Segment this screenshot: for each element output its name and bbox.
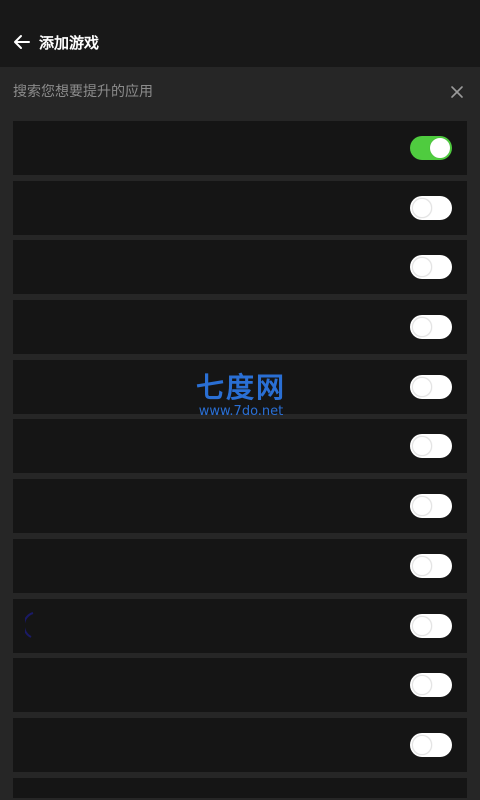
app-row[interactable] — [13, 240, 467, 295]
toggle-knob — [412, 675, 432, 696]
app-icon — [25, 312, 55, 342]
app-bar: 添加游戏 — [0, 0, 480, 67]
app-row[interactable] — [13, 598, 467, 653]
app-toggle[interactable] — [410, 494, 452, 519]
toggle-knob — [412, 555, 432, 576]
app-icon — [25, 372, 55, 402]
app-icon — [25, 551, 55, 581]
page-title: 添加游戏 — [39, 34, 100, 52]
app-icon — [25, 193, 55, 223]
app-row[interactable] — [13, 717, 467, 772]
toggle-knob — [412, 257, 432, 278]
app-toggle[interactable] — [410, 673, 452, 698]
app-icon — [25, 730, 55, 760]
app-toggle[interactable] — [410, 553, 452, 578]
app-toggle[interactable] — [410, 195, 452, 220]
toggle-knob — [412, 615, 432, 636]
app-row[interactable] — [13, 121, 467, 175]
close-icon[interactable] — [449, 84, 465, 100]
app-icon — [25, 491, 55, 521]
app-row[interactable] — [13, 419, 467, 474]
app-icon — [25, 133, 55, 163]
app-icon — [25, 252, 55, 282]
app-icon — [25, 431, 55, 461]
app-toggle[interactable] — [410, 255, 452, 280]
app-icon — [25, 670, 55, 700]
toggle-knob — [412, 734, 432, 755]
toggle-knob — [412, 436, 432, 457]
app-row[interactable] — [13, 180, 467, 235]
app-toggle[interactable] — [410, 434, 452, 459]
toggle-knob — [430, 138, 450, 158]
app-row[interactable] — [13, 359, 467, 414]
app-row[interactable] — [13, 300, 467, 355]
app-row[interactable] — [13, 777, 467, 798]
toggle-knob — [412, 197, 432, 218]
toggle-knob — [412, 376, 432, 397]
app-list — [13, 121, 467, 798]
app-toggle[interactable] — [410, 136, 452, 160]
toggle-knob — [412, 317, 432, 338]
back-arrow-icon[interactable] — [13, 33, 31, 51]
app-row[interactable] — [13, 479, 467, 534]
search-input[interactable] — [13, 81, 433, 103]
app-toggle[interactable] — [410, 315, 452, 340]
app-icon — [22, 611, 55, 641]
app-row[interactable] — [13, 658, 467, 713]
app-toggle[interactable] — [410, 732, 452, 757]
toggle-knob — [412, 496, 432, 517]
app-toggle[interactable] — [410, 374, 452, 399]
app-toggle[interactable] — [410, 613, 452, 638]
app-row[interactable] — [13, 538, 467, 593]
